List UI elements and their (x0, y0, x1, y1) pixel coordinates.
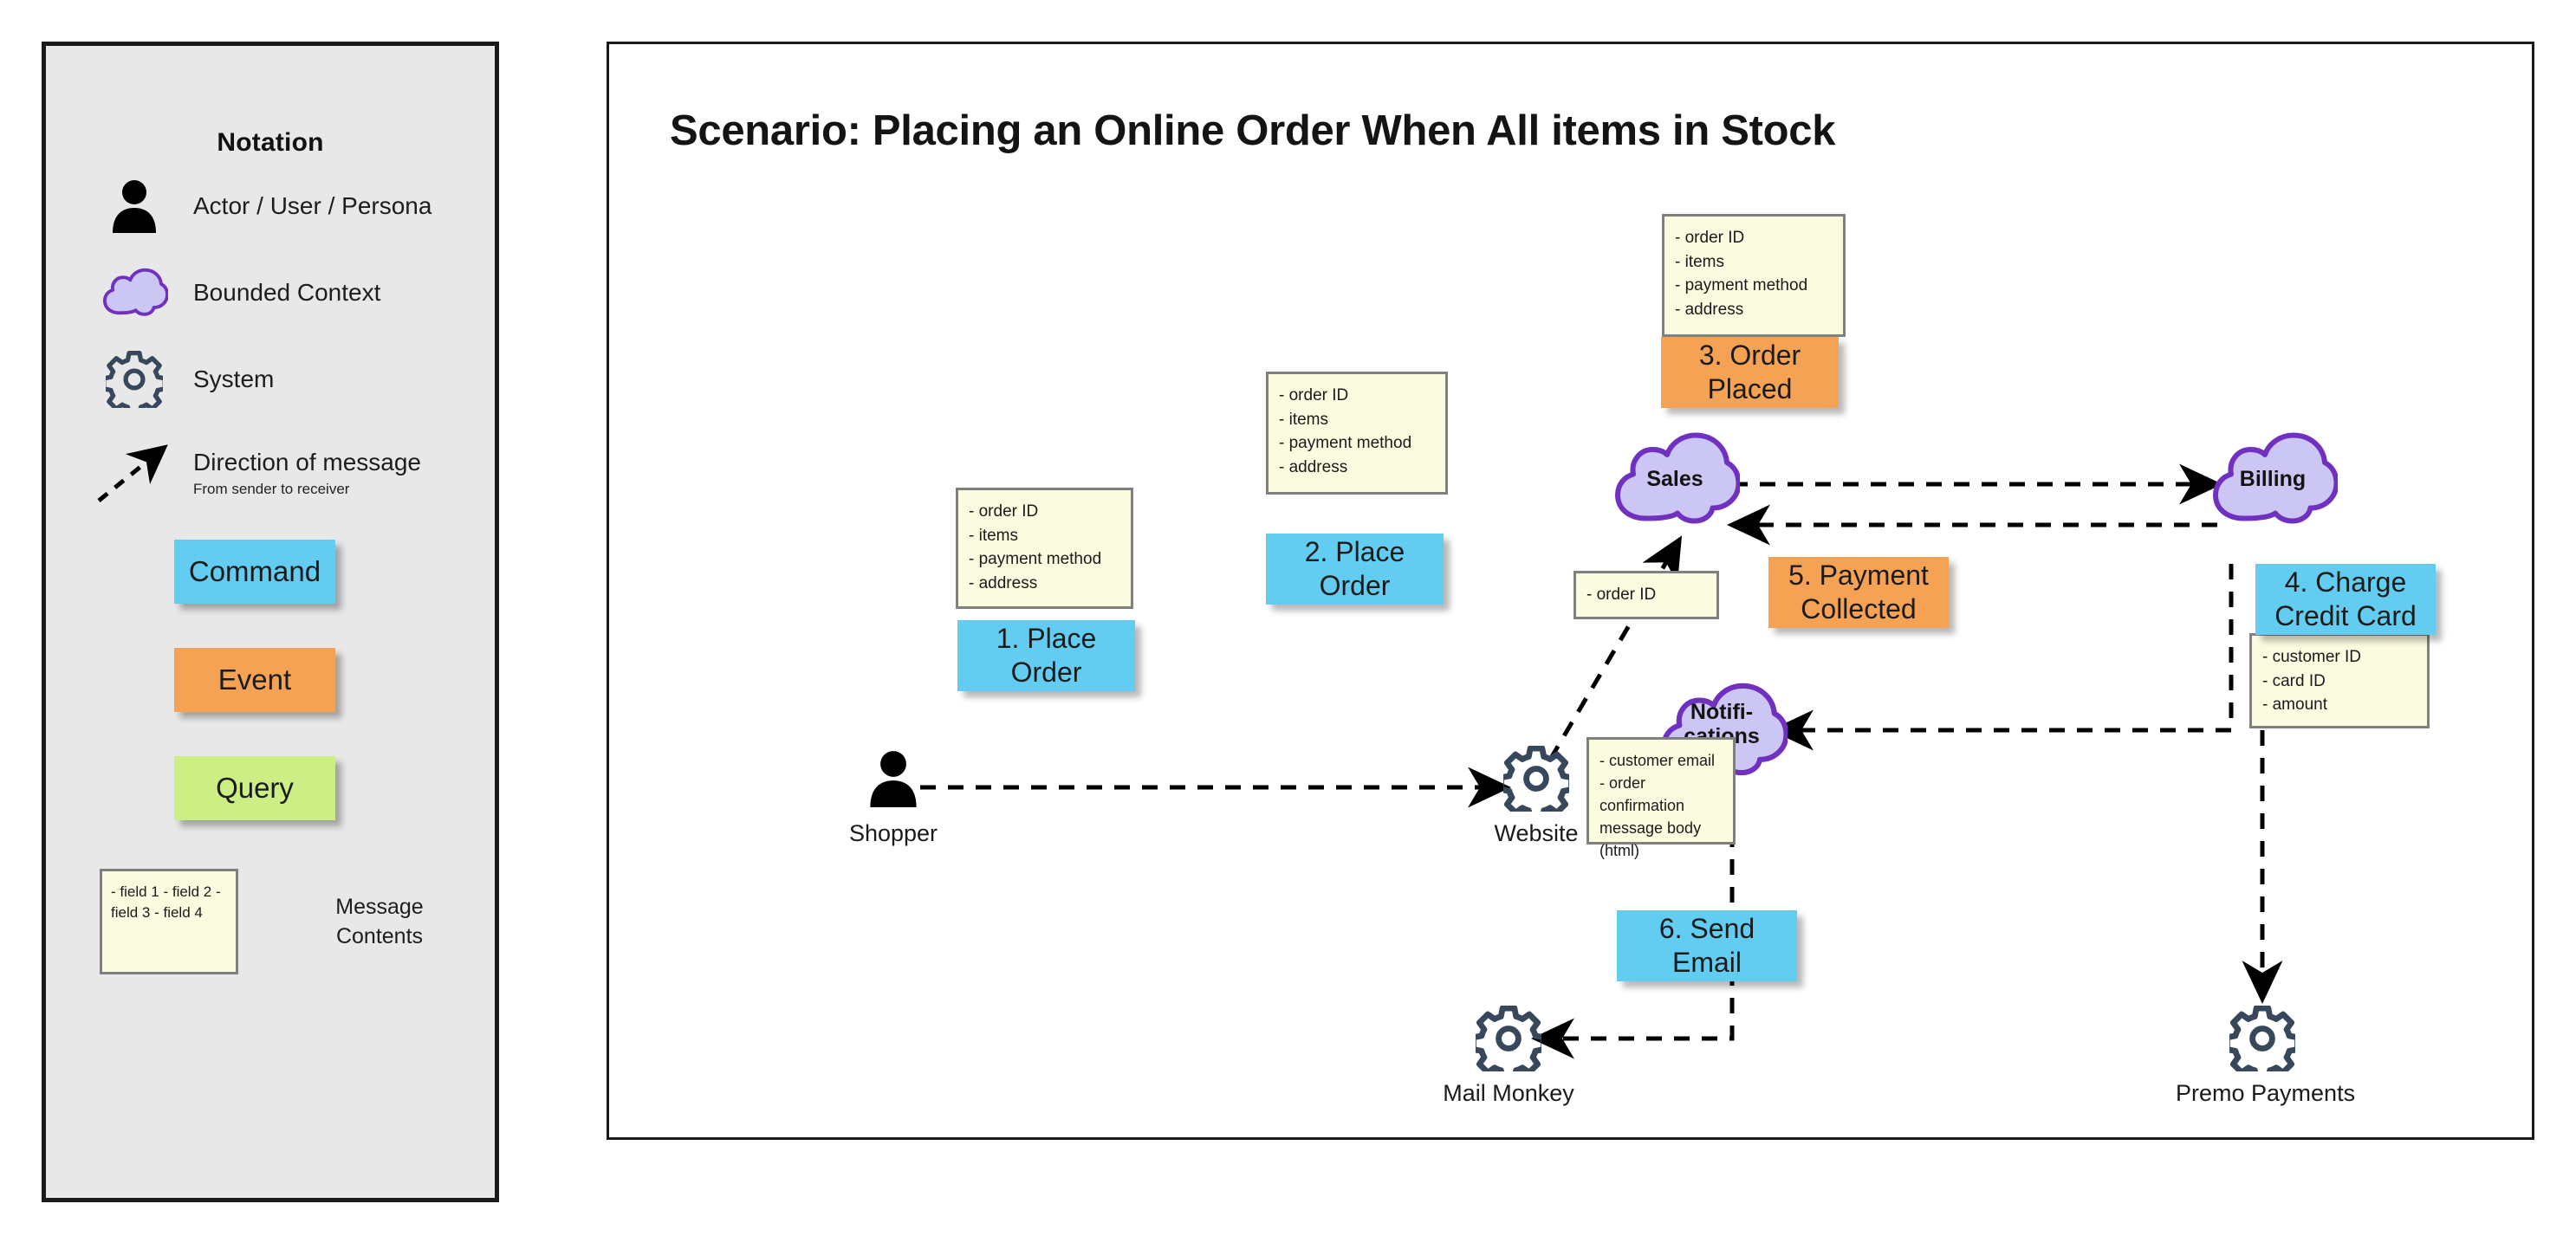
connector-layer (920, 463, 2283, 1059)
legend-subtext-direction: From sender to receiver (193, 480, 350, 497)
actor-icon (91, 167, 178, 245)
legend-label-bounded-context: Bounded Context (193, 254, 380, 332)
legend-message-contents-caption: Message Contents (335, 895, 424, 948)
legend-text-bounded-context: Bounded Context (193, 279, 381, 306)
sticky-step-1-place-order[interactable]: 1. Place Order (957, 620, 1135, 691)
legend-text-actor: Actor / User / Persona (193, 192, 432, 219)
sticky-step-3-order-placed[interactable]: 3. Order Placed (1661, 337, 1839, 408)
legend-row-system: System (46, 340, 495, 418)
dashed-arrow-icon (91, 425, 178, 521)
note-order-placed: - order ID - items - payment method - ad… (1662, 214, 1846, 337)
legend-label-direction: Direction of message From sender to rece… (193, 425, 421, 521)
note-place-order-shopper: - order ID - items - payment method - ad… (956, 488, 1133, 609)
note-place-order-website: - order ID - items - payment method - ad… (1266, 372, 1448, 495)
legend-row-direction: Direction of message From sender to rece… (46, 425, 495, 521)
sticky-step-4-charge-credit-card[interactable]: 4. Charge Credit Card (2255, 564, 2436, 635)
legend-swatch-query: Query (174, 756, 335, 820)
notation-legend-panel: Notation Actor / User / Persona Bounded (42, 42, 499, 1202)
note-charge-credit-card: - customer ID - card ID - amount (2249, 633, 2430, 728)
legend-swatch-event: Event (174, 648, 335, 712)
node-label-mail-monkey: Mail Monkey (1443, 1080, 1574, 1106)
scenario-canvas: Scenario: Placing an Online Order When A… (607, 42, 2534, 1140)
actor-shopper[interactable] (866, 750, 920, 807)
legend-text-system: System (193, 366, 275, 392)
legend-swatch-command: Command (174, 540, 335, 604)
legend-label-system: System (193, 340, 274, 418)
node-label-premo-payments: Premo Payments (2176, 1080, 2356, 1106)
legend-row-actor: Actor / User / Persona (46, 167, 495, 245)
cloud-label-billing: Billing (2239, 467, 2307, 491)
cloud-icon (91, 254, 178, 332)
note-send-email: - customer email - order confirmation me… (1586, 737, 1736, 859)
legend-title: Notation (217, 128, 324, 157)
sticky-step-2-place-order[interactable]: 2. Place Order (1266, 534, 1444, 605)
gear-icon (91, 340, 178, 418)
legend-row-bounded-context: Bounded Context (46, 254, 495, 332)
legend-message-contents-note: - field 1 - field 2 - field 3 - field 4 (100, 869, 238, 974)
diagram-body: Sales Billing Notifi- cations Shopper We… (609, 44, 2532, 1137)
sticky-step-5-payment-collected[interactable]: 5. Payment Collected (1768, 557, 1949, 628)
legend-label-actor: Actor / User / Persona (193, 167, 431, 245)
sticky-step-6-send-email[interactable]: 6. Send Email (1617, 910, 1797, 981)
system-website[interactable] (1497, 745, 1575, 822)
legend-text-direction: Direction of message (193, 448, 422, 476)
system-mail-monkey[interactable] (1470, 1005, 1548, 1082)
cloud-label-sales: Sales (1646, 467, 1703, 491)
node-label-shopper: Shopper (848, 820, 938, 846)
note-payment-collected: - order ID (1574, 571, 1719, 619)
system-premo-payments[interactable] (2223, 1005, 2301, 1082)
diagram-page: Notation Actor / User / Persona Bounded (0, 0, 2576, 1236)
